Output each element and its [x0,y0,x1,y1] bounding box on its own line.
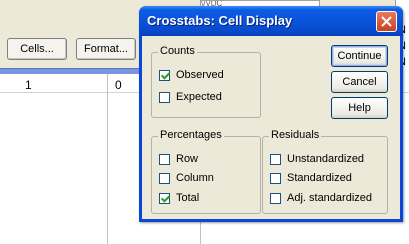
grid-column-line [107,74,108,244]
residuals-group: Residuals Unstandardized Standardized Ad… [262,129,388,214]
observed-checkbox[interactable] [159,69,170,81]
row-checkbox[interactable] [159,153,170,165]
adj-standardized-label: Adj. standardized [287,192,372,204]
row-label: Row [176,153,199,165]
continue-button-label: Continue [337,50,382,62]
cells-button-label: Cells... [20,43,54,55]
cells-button[interactable]: Cells... [7,38,67,60]
column-checkbox-row[interactable]: Column [159,172,214,184]
column-checkbox[interactable] [159,172,170,184]
cell-display-dialog: Crosstabs: Cell Display Counts Observed … [139,6,403,222]
format-button[interactable]: Format... [76,38,136,60]
standardized-checkbox-row[interactable]: Standardized [270,172,352,184]
standardized-label: Standardized [287,172,352,184]
row-checkbox-row[interactable]: Row [159,153,198,165]
percentages-group-label: Percentages [158,129,224,141]
close-icon [381,16,392,27]
unstandardized-checkbox[interactable] [270,153,281,165]
grid-cell-value[interactable]: 1 [25,78,32,92]
adj-standardized-checkbox[interactable] [270,192,281,204]
continue-button[interactable]: Continue [331,45,388,67]
dialog-title: Crosstabs: Cell Display [147,13,293,28]
close-button[interactable] [376,11,397,32]
expected-label: Expected [176,91,222,103]
total-checkbox-row[interactable]: Total [159,192,199,204]
expected-checkbox[interactable] [159,91,170,103]
help-button-label: Help [348,102,371,114]
residuals-group-label: Residuals [269,129,322,141]
observed-label: Observed [176,69,224,81]
unstandardized-checkbox-row[interactable]: Unstandardized [270,153,364,165]
unstandardized-label: Unstandardized [287,153,365,165]
cancel-button-label: Cancel [342,76,377,88]
expected-checkbox-row[interactable]: Expected [159,91,222,103]
standardized-checkbox[interactable] [270,172,281,184]
total-checkbox[interactable] [159,192,170,204]
percentages-group: Percentages Row Column Total [151,129,261,214]
cancel-button[interactable]: Cancel [331,71,388,93]
observed-checkbox-row[interactable]: Observed [159,69,224,81]
counts-group: Counts Observed Expected [151,45,261,118]
column-label: Column [176,172,214,184]
dialog-titlebar[interactable]: Crosstabs: Cell Display [139,6,403,36]
help-button[interactable]: Help [331,97,388,119]
format-button-label: Format... [83,43,128,55]
counts-group-label: Counts [158,45,197,57]
adj-standardized-checkbox-row[interactable]: Adj. standardized [270,192,372,204]
grid-cell-value[interactable]: 0 [115,78,122,92]
total-label: Total [176,192,200,204]
